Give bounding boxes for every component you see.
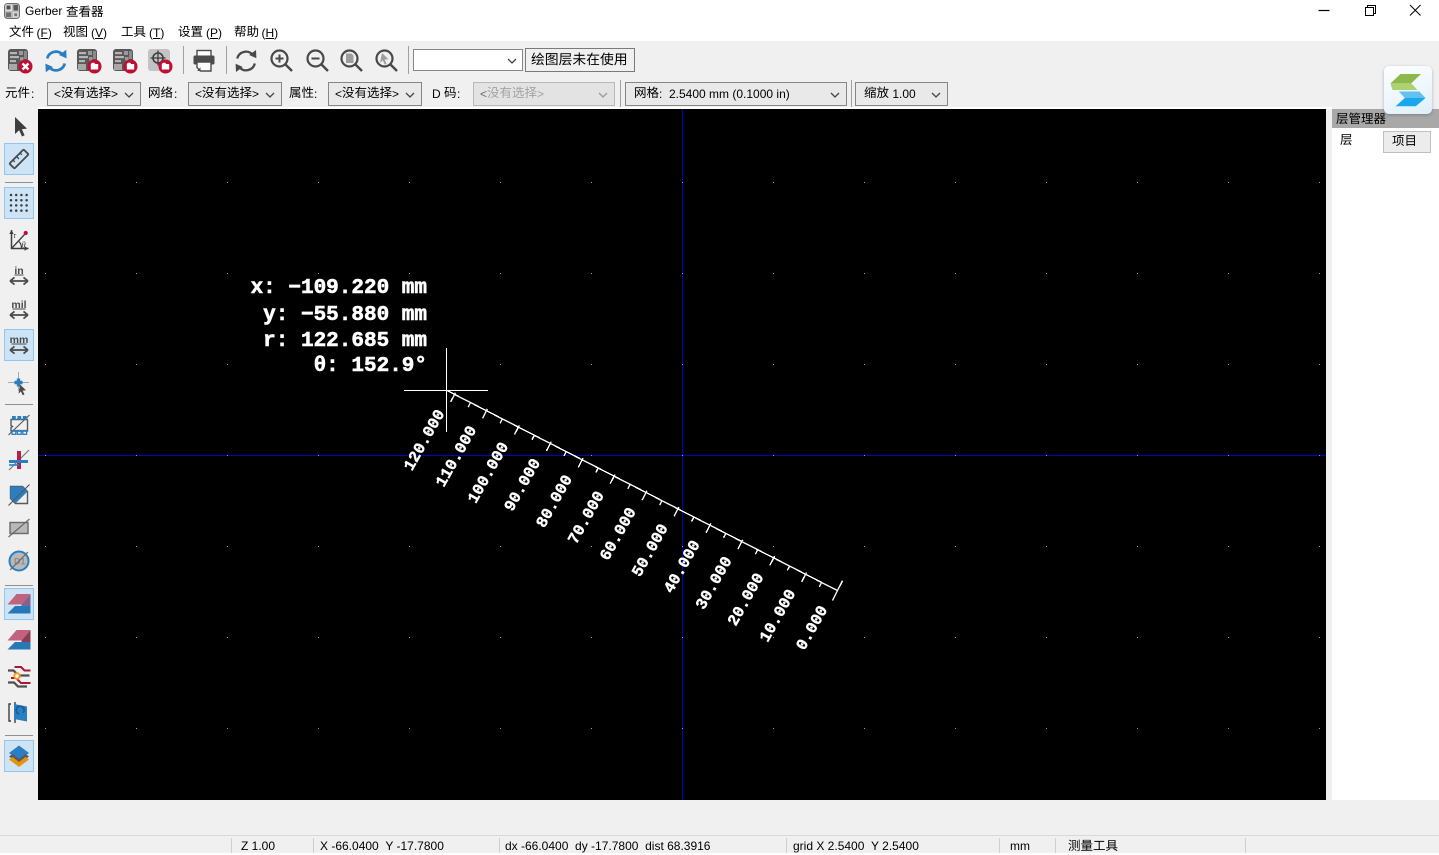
svg-text:θ: 152.9°: θ: 152.9° — [314, 355, 427, 378]
svg-text:r: 122.685 mm: r: 122.685 mm — [263, 330, 427, 353]
svg-text:y: −55.880 mm: y: −55.880 mm — [263, 304, 427, 327]
svg-text:r: r — [14, 231, 17, 240]
svg-text:θ: θ — [22, 240, 26, 250]
svg-text:x: −109.220 mm: x: −109.220 mm — [251, 277, 427, 300]
